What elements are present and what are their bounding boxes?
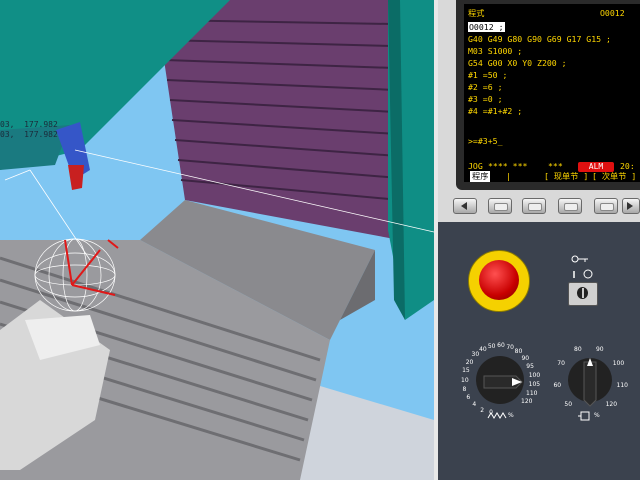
program-line: #2 =6 ; <box>468 82 503 92</box>
spindle-tick-label: 50 <box>564 400 573 408</box>
feed-tick-label: 15 <box>462 367 470 375</box>
feed-tick-label: 10 <box>461 376 469 384</box>
screen-header-left: 程式 <box>468 8 485 18</box>
softkey-3[interactable] <box>558 198 582 214</box>
spindle-tick-label: 60 <box>553 381 562 389</box>
key-slot <box>577 287 588 299</box>
softkey-4[interactable] <box>594 198 618 214</box>
coord-readout-2: 03, 177.982 <box>0 130 58 139</box>
feed-tick-label: 120 <box>521 397 533 405</box>
feed-tick-label: 70 <box>506 343 514 351</box>
screen-bezel: 程式 O0012 O0012 ; G40 G49 G80 G90 G69 G17… <box>456 0 640 190</box>
arrow-right-icon <box>627 202 633 210</box>
cnc-display: 程式 O0012 O0012 ; G40 G49 G80 G90 G69 G17… <box>464 4 640 183</box>
spindle-unit: % <box>594 412 600 419</box>
softkey-separator: | <box>506 171 511 181</box>
emergency-stop-button[interactable] <box>479 260 519 300</box>
spindle-tick-label: 120 <box>605 400 618 408</box>
program-line: O0012 ; <box>468 22 505 33</box>
softkey-right-arrow[interactable] <box>622 198 640 214</box>
program-line: #3 =0 ; <box>468 94 503 104</box>
tool-tip <box>68 165 84 190</box>
cnc-screen-housing: 程式 O0012 O0012 ; G40 G49 G80 G90 G69 G17… <box>438 0 640 222</box>
feed-tick-label: 2 <box>480 406 485 414</box>
program-line: #4 =#1+#2 ; <box>468 106 523 116</box>
feed-tick-label: 20 <box>465 358 474 366</box>
cnc-control-panel: 程式 O0012 O0012 ; G40 G49 G80 G90 G69 G17… <box>438 0 640 480</box>
program-line: G40 G49 G80 G90 G69 G17 G15 ; <box>468 34 611 44</box>
feed-tick-label: 30 <box>471 351 480 359</box>
feed-tick-label: 4 <box>472 401 477 409</box>
feed-tick-label: 90 <box>521 354 530 362</box>
feed-tick-label: 105 <box>528 380 541 388</box>
feed-tick-label: 100 <box>528 371 541 379</box>
arrow-left-icon <box>461 202 467 210</box>
spindle-tick-label: 100 <box>612 360 625 367</box>
program-line: M03 S1000 ; <box>468 46 523 56</box>
feed-tick-label: 110 <box>526 389 538 397</box>
spindle-tick-label: 110 <box>616 381 628 389</box>
feed-unit: % <box>508 412 514 419</box>
feed-tick-label: 60 <box>497 342 505 350</box>
spindle-override-icon <box>578 411 590 421</box>
machine-simulation-viewport[interactable]: 03, 177.982 03, 177.982 <box>0 0 434 480</box>
program-protect-key-switch[interactable] <box>568 282 598 306</box>
feed-tick-label: 40 <box>479 345 487 353</box>
softkey-left-arrow[interactable] <box>453 198 477 214</box>
softkey-next-block[interactable]: [ 次单节 ] <box>592 171 636 182</box>
softkey-1[interactable] <box>488 198 512 214</box>
spindle-tick-label: 80 <box>574 345 582 353</box>
spindle-tick-label: 90 <box>595 345 604 353</box>
feed-tick-label: 95 <box>526 362 534 370</box>
softkey-2[interactable] <box>522 198 546 214</box>
softkey-program[interactable]: 程序 <box>470 171 491 183</box>
program-line: G54 G00 X0 Y0 Z200 ; <box>468 58 567 68</box>
softkey-current-block[interactable]: [ 现单节 ] <box>544 171 588 182</box>
machine-scene <box>0 0 434 480</box>
feed-tick-label: 6 <box>466 394 471 402</box>
spindle-tick-label: 70 <box>557 360 565 367</box>
program-line: #1 =50 ; <box>468 70 508 80</box>
coord-readout-1: 03, 177.982 <box>0 120 58 129</box>
screen-header-right: O0012 <box>600 8 625 18</box>
feed-tick-label: 8 <box>462 385 467 393</box>
input-buffer[interactable]: >=#3+5_ <box>468 136 503 147</box>
probe-line-3 <box>4 169 31 181</box>
feed-tick-label: 50 <box>487 342 496 350</box>
key-icon <box>571 255 593 279</box>
program-line-current: O0012 ; <box>468 22 505 32</box>
